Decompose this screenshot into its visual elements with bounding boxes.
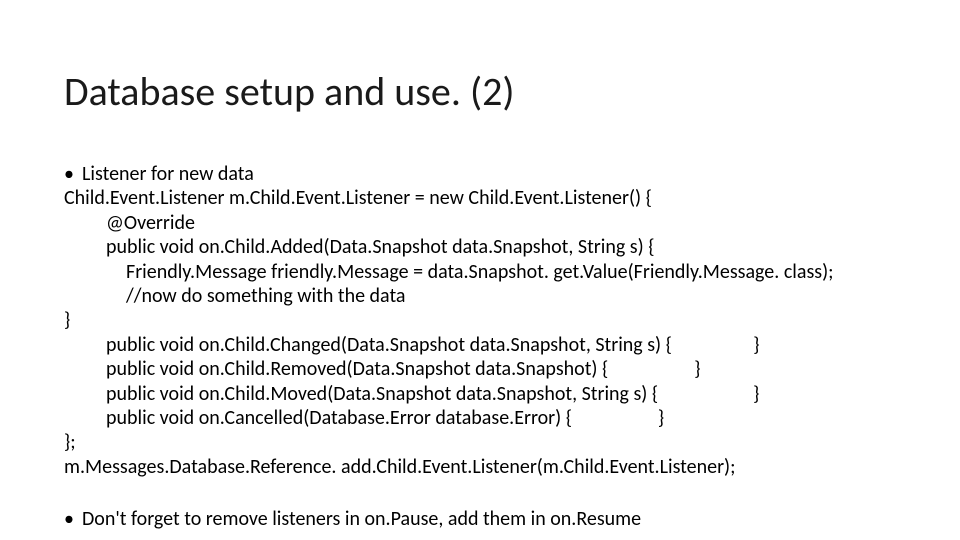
code-line-8: public void on.Child.Removed(Data.Snapsh… [64,357,896,381]
code-line-1: Child.Event.Listener m.Child.Event.Liste… [64,186,896,210]
slide: Database setup and use. (2) Listener for… [0,0,960,540]
code-line-7: public void on.Child.Changed(Data.Snapsh… [64,333,896,357]
code-line-5: //now do something with the data [64,284,896,308]
code-line-2: @Override [64,211,896,235]
code-line-3: public void on.Child.Added(Data.Snapshot… [64,235,896,259]
code-line-6: } [64,308,896,332]
slide-title: Database setup and use. (2) [64,70,896,114]
code-line-12: m.Messages.Database.Reference. add.Child… [64,455,896,479]
bullet-listener: Listener for new data [64,162,896,186]
code-line-4: Friendly.Message friendly.Message = data… [64,260,896,284]
bullet-remove-listeners: Don't forget to remove listeners in on.P… [64,507,896,531]
code-line-9: public void on.Child.Moved(Data.Snapshot… [64,382,896,406]
code-line-11: }; [64,430,896,454]
slide-body: Listener for new data Child.Event.Listen… [64,162,896,531]
code-line-10: public void on.Cancelled(Database.Error … [64,406,896,430]
spacer [64,479,896,507]
